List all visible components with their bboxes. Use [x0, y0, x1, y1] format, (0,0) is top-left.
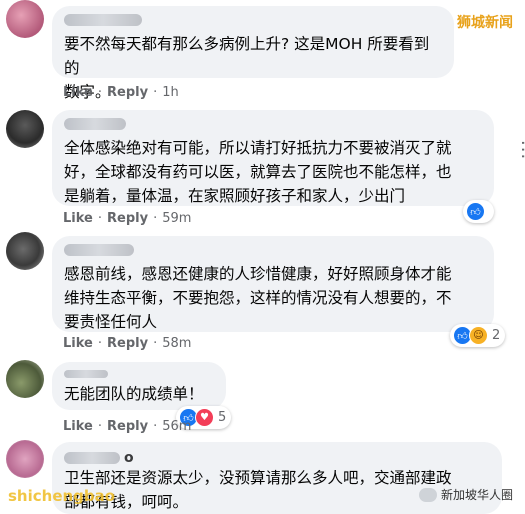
separator: ·: [97, 211, 102, 226]
reply-link[interactable]: Reply: [107, 211, 148, 226]
comment-bubble: o 卫生部还是资源太少，没预算请那么多人吧，交通部建政 部都有钱，呵呵。: [52, 442, 502, 514]
like-link[interactable]: Like: [63, 336, 93, 351]
timestamp[interactable]: 56m: [162, 419, 191, 434]
comment-bubble: 全体感染绝对有可能，所以请打好抵抗力不要被消灭了就 好，全球都没有药可以医，就算…: [52, 110, 494, 206]
comment-text: 全体感染绝对有可能，所以请打好抵抗力不要被消灭了就 好，全球都没有药可以医，就算…: [64, 139, 452, 205]
separator: ·: [97, 85, 102, 100]
comment-text: 无能团队的成绩单！: [64, 385, 204, 403]
commenter-name-suffix: o: [124, 450, 134, 466]
comment-bubble: 要不然每天都有那么多病例上升? 这是MOH 所要看到的 数字。: [52, 6, 454, 101]
comment-text: 感恩前线，感恩还健康的人珍惜健康，好好照顾身体才能 维持生态平衡，不要抱怨，这样…: [64, 265, 452, 331]
avatar[interactable]: [6, 0, 44, 38]
like-link[interactable]: Like: [63, 211, 93, 226]
avatar[interactable]: [6, 232, 44, 270]
separator: ·: [153, 211, 158, 226]
comment-bubble: 无能团队的成绩单！: [52, 362, 226, 410]
reply-link[interactable]: Reply: [107, 336, 148, 351]
commenter-name[interactable]: [64, 14, 142, 26]
like-link[interactable]: Like: [63, 85, 93, 100]
comment-actions: Like · Reply · 59m: [63, 211, 191, 226]
watermark-bottom-left: shichengbao: [8, 487, 116, 505]
like-link[interactable]: Like: [63, 419, 93, 434]
more-options-icon[interactable]: ···: [512, 140, 525, 160]
watermark-bottom-right-text: 新加坡华人圈: [440, 488, 513, 502]
reaction-count: 5: [218, 410, 227, 425]
separator: ·: [97, 419, 102, 434]
watermark-bottom-right: 新加坡华人圈: [418, 486, 513, 503]
timestamp[interactable]: 1h: [162, 85, 179, 100]
avatar[interactable]: [6, 110, 44, 148]
separator: ·: [153, 336, 158, 351]
wechat-logo-icon: [418, 487, 437, 502]
commenter-name[interactable]: [64, 370, 108, 378]
separator: ·: [97, 336, 102, 351]
reaction-summary[interactable]: 👍︎ ☺ 2: [450, 324, 506, 347]
timestamp[interactable]: 58m: [162, 336, 191, 351]
reaction-count: 2: [492, 328, 501, 343]
watermark-top: 狮城新闻: [457, 15, 513, 31]
haha-reaction-icon: ☺: [469, 326, 488, 345]
reaction-summary[interactable]: 👍︎: [463, 200, 494, 223]
commenter-name[interactable]: [64, 118, 126, 130]
comment-bubble: 感恩前线，感恩还健康的人珍惜健康，好好照顾身体才能 维持生态平衡，不要抱怨，这样…: [52, 236, 494, 332]
separator: ·: [153, 419, 158, 434]
commenter-name-row: o: [64, 450, 490, 466]
comment-actions: Like · Reply · 58m: [63, 336, 191, 351]
commenter-name[interactable]: [64, 452, 120, 464]
like-reaction-icon: 👍︎: [466, 202, 485, 221]
avatar[interactable]: [6, 360, 44, 398]
comment-actions: Like · Reply · 56m: [63, 419, 191, 434]
love-reaction-icon: ♥: [195, 408, 214, 427]
commenter-name[interactable]: [64, 244, 134, 256]
avatar[interactable]: [6, 440, 44, 478]
reply-link[interactable]: Reply: [107, 85, 148, 100]
reply-link[interactable]: Reply: [107, 419, 148, 434]
timestamp[interactable]: 59m: [162, 211, 191, 226]
comment-actions: Like · Reply · 1h: [63, 85, 179, 100]
separator: ·: [153, 85, 158, 100]
